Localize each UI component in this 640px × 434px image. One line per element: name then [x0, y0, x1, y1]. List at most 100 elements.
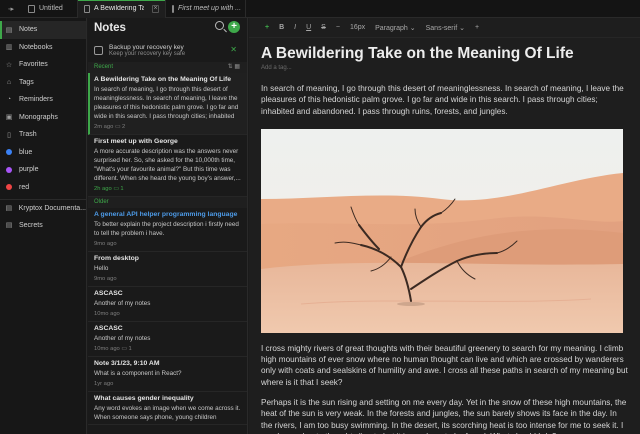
note-title: What causes gender inequality: [94, 395, 194, 402]
note-meta: 2m ago ▭ 2: [94, 124, 126, 130]
backup-subtitle: Keep your recovery key safe: [109, 50, 186, 57]
color-dot-icon: [6, 166, 12, 173]
dismiss-icon[interactable]: ✕: [230, 45, 237, 54]
tag-input[interactable]: Add a tag...: [261, 65, 628, 74]
sidebar-item-favorites[interactable]: ☆ Favorites: [0, 56, 86, 74]
note-title: ASCASC: [94, 290, 123, 297]
font-family-select[interactable]: Sans-serif ⌄: [426, 24, 465, 32]
group-label: Older: [94, 199, 109, 205]
editor-toolbar: + B I U S − 16px Paragraph ⌄ Sans-serif …: [249, 18, 640, 38]
font-size-increase-button[interactable]: +: [475, 24, 479, 31]
sidebar-item-label: purple: [19, 166, 39, 174]
note-title: First meet up with George: [94, 138, 178, 145]
sidebar-item-notes[interactable]: ▤ Notes: [0, 21, 86, 39]
editor-pane: + B I U S − 16px Paragraph ⌄ Sans-serif …: [249, 18, 640, 434]
note-preview: In search of meaning, I go through this …: [94, 86, 239, 120]
star-icon: ☆: [5, 61, 13, 69]
list-item[interactable]: A general API helper programming languag…: [88, 208, 247, 252]
book-icon: ▤: [5, 222, 13, 230]
sidebar-item-trash[interactable]: ▯ Trash: [0, 126, 86, 144]
bell-icon: ◔: [6, 96, 12, 104]
color-dot-icon: [6, 184, 12, 191]
italic-button[interactable]: I: [294, 24, 296, 31]
underline-button[interactable]: U: [306, 24, 311, 31]
sidebar-item-color-red[interactable]: red: [0, 179, 86, 197]
document-icon: [172, 4, 174, 13]
sort-icon[interactable]: ⇅ ▦: [228, 62, 240, 73]
color-dot-icon: [6, 149, 12, 156]
list-item[interactable]: From desktop Hello 9mo ago: [88, 252, 247, 287]
key-icon: [94, 45, 103, 55]
sidebar-item-label: Tags: [19, 78, 34, 86]
sidebar-item-label: Reminders: [19, 96, 53, 104]
note-preview: To better explain the project descriptio…: [94, 221, 239, 237]
desert-tree-image: [261, 128, 623, 333]
notes-title: Notes: [94, 22, 126, 34]
backup-banner[interactable]: Backup your recovery key Keep your recov…: [88, 38, 247, 62]
notes-header: Notes +: [88, 18, 247, 38]
sidebar-item-label: Trash: [19, 131, 37, 139]
list-item[interactable]: First meet up with George A more accurat…: [88, 135, 247, 197]
trash-icon: ▯: [7, 131, 11, 139]
sidebar-item-color-purple[interactable]: purple: [0, 161, 86, 179]
sidebar-item-label: blue: [19, 148, 33, 156]
note-title-input[interactable]: A Bewildering Take on the Meaning Of Lif…: [261, 44, 628, 64]
sidebar-item-notebooks[interactable]: ▥ Notebooks: [0, 39, 86, 57]
tab-label: First meet up with ...: [178, 5, 242, 12]
note-title: From desktop: [94, 255, 139, 262]
list-item[interactable]: A Bewildering Take on the Meaning Of Lif…: [88, 73, 247, 135]
paragraph: I cross mighty rivers of great thoughts …: [261, 343, 628, 387]
note-meta: 2h ago ▭ 1: [94, 186, 124, 192]
note-preview: Another of my notes: [94, 335, 151, 342]
tab-bar: ◦▸ Untitled A Bewildering Take on th × F…: [0, 0, 640, 18]
paragraph: In search of meaning, I go through this …: [261, 84, 624, 116]
note-meta: 9mo ago: [94, 276, 117, 282]
search-icon[interactable]: [215, 21, 224, 30]
paragraph-select[interactable]: Paragraph ⌄: [375, 24, 416, 32]
font-size-value[interactable]: 16px: [350, 24, 365, 31]
sidebar-item-label: Kryptox Documenta...: [18, 204, 86, 212]
paragraph: Perhaps it is the sun rising and setting…: [261, 398, 627, 434]
add-note-button[interactable]: +: [228, 21, 240, 33]
sidebar-item-reminders[interactable]: ◔ Reminders: [0, 91, 86, 109]
notebook-icon: ▥: [5, 44, 13, 52]
tab-label: A Bewildering Take on th: [94, 5, 144, 12]
note-preview: Any word evokes an image when we come ac…: [94, 405, 241, 421]
sidebar-item-kryptox[interactable]: ▤ Kryptox Documenta...: [0, 199, 86, 217]
bold-button[interactable]: B: [279, 24, 284, 31]
tab-bewildering[interactable]: A Bewildering Take on th ×: [78, 0, 166, 18]
note-meta: 1yr ago: [94, 381, 114, 387]
tab-untitled[interactable]: Untitled: [22, 0, 78, 18]
notes-icon: ▤: [5, 26, 13, 34]
note-meta: 9mo ago: [94, 241, 117, 247]
list-item[interactable]: Note 3/1/23, 9:10 AM What is a component…: [88, 357, 247, 392]
document[interactable]: A Bewildering Take on the Meaning Of Lif…: [249, 44, 640, 434]
sidebar-item-secrets[interactable]: ▤ Secrets: [0, 217, 86, 235]
note-title: A general API helper programming languag…: [94, 211, 238, 218]
notes-list-panel: Notes + Backup your recovery key Keep yo…: [88, 18, 248, 434]
document-icon: [84, 4, 91, 13]
list-item[interactable]: ASCASC Another of my notes 10mo ago ▭ 1: [88, 322, 247, 357]
insert-button[interactable]: +: [265, 24, 269, 31]
note-title: ASCASC: [94, 325, 123, 332]
sidebar-item-label: Notebooks: [19, 43, 53, 51]
sidebar-item-tags[interactable]: ⌂ Tags: [0, 74, 86, 92]
note-meta: 10mo ago ▭ 1: [94, 346, 132, 352]
list-item[interactable]: What causes gender inequality Any word e…: [88, 392, 247, 425]
sidebar-item-monographs[interactable]: ▣ Monographs: [0, 109, 86, 127]
sidebar-item-label: Notes: [19, 26, 38, 34]
sidebar-item-label: red: [19, 183, 30, 191]
app-menu-icon[interactable]: ◦▸: [0, 5, 22, 13]
strikethrough-button[interactable]: S: [321, 24, 326, 31]
sidebar-item-label: Monographs: [19, 113, 58, 121]
document-icon: [28, 4, 35, 13]
note-title: A Bewildering Take on the Meaning Of Lif…: [94, 76, 232, 83]
close-icon[interactable]: ×: [152, 4, 159, 13]
font-size-decrease-button[interactable]: −: [336, 24, 340, 31]
sidebar-item-color-blue[interactable]: blue: [0, 144, 86, 162]
note-title: Note 3/1/23, 9:10 AM: [94, 360, 160, 367]
monograph-icon: ▣: [5, 114, 13, 122]
tab-first-meet[interactable]: First meet up with ...: [166, 0, 246, 18]
note-meta: 10mo ago: [94, 311, 120, 317]
list-item[interactable]: ASCASC Another of my notes 10mo ago: [88, 287, 247, 322]
